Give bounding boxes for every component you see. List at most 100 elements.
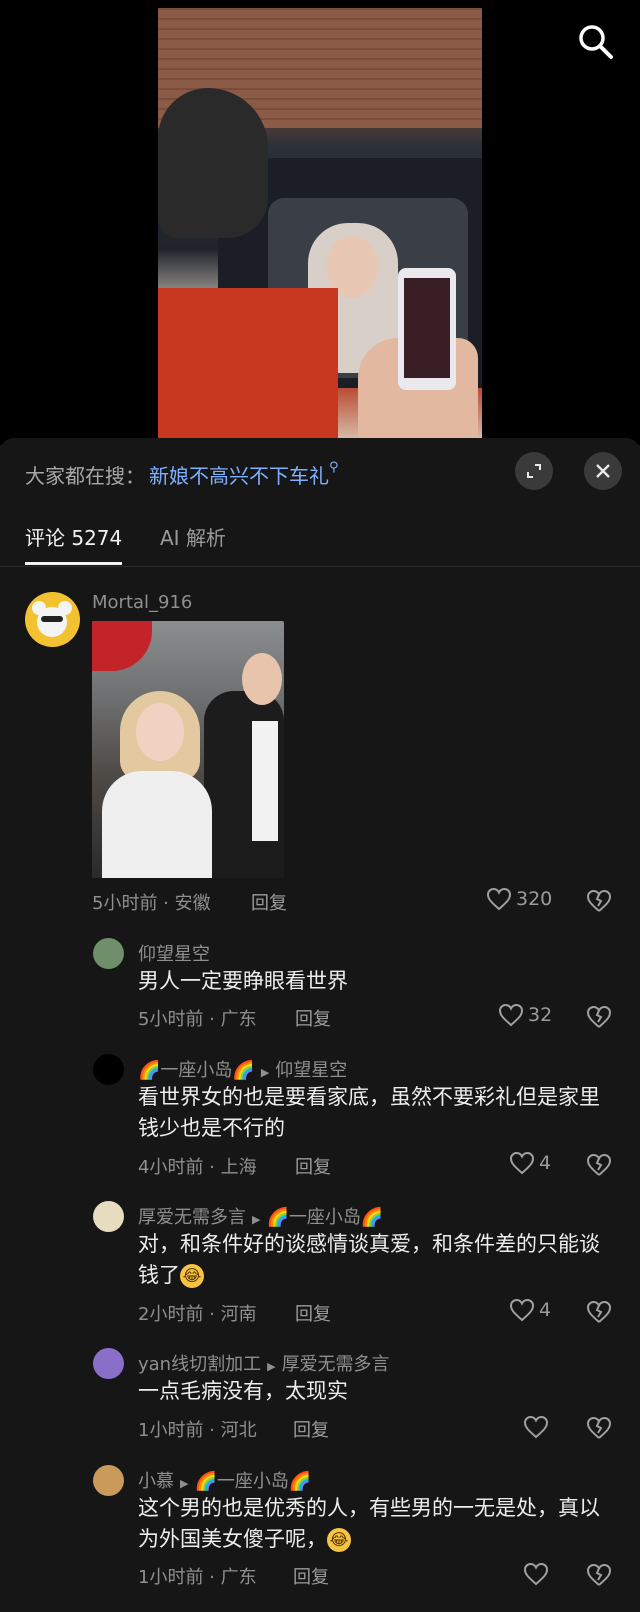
comment-text: 一点毛病没有，太现实	[138, 1379, 348, 1403]
video-phone-screen	[404, 278, 450, 378]
cartoon-mouse-icon	[32, 601, 72, 637]
comment-meta: 2小时前 · 河南	[138, 1304, 257, 1325]
dislike-button[interactable]	[586, 1563, 612, 1591]
avatar[interactable]	[25, 592, 80, 647]
avatar[interactable]	[93, 1201, 124, 1232]
like-button[interactable]: 320	[486, 887, 552, 911]
avatar[interactable]	[93, 938, 124, 969]
tab-ai-analysis[interactable]: AI 解析	[160, 522, 226, 551]
reply-target[interactable]: 厚爱无需多言	[282, 1354, 390, 1375]
video-person	[158, 88, 268, 238]
heart-icon	[486, 887, 512, 911]
comment-meta: 5小时前 · 安徽	[92, 893, 211, 914]
like-count: 4	[539, 1152, 552, 1174]
video-red-cloth	[158, 288, 338, 445]
comment-username: 🌈一座小岛🌈 ▶ 仰望星空	[138, 1056, 347, 1082]
like-button[interactable]: 4	[509, 1151, 551, 1175]
search-icon	[579, 25, 613, 59]
active-tab-indicator	[25, 562, 122, 565]
suggestion-keyword[interactable]: 新娘不高兴不下车礼⚲	[149, 460, 339, 488]
reply-arrow-icon: ▶	[252, 1213, 261, 1226]
photo-umbrella	[92, 621, 152, 671]
comment-meta: 5小时前 · 广东	[138, 1009, 257, 1030]
like-count: 4	[539, 1299, 552, 1321]
reply-button[interactable]: 回复	[251, 889, 287, 915]
comment-username: yan线切割加工 ▶ 厚爱无需多言	[138, 1350, 390, 1376]
broken-heart-icon	[586, 1153, 612, 1176]
broken-heart-icon	[586, 1300, 612, 1323]
broken-heart-icon	[586, 889, 612, 912]
reply-author[interactable]: 小慕	[138, 1471, 174, 1492]
avatar[interactable]	[93, 1348, 124, 1379]
reply-button[interactable]: 回复	[293, 1563, 329, 1589]
comment-username[interactable]: 仰望星空	[138, 940, 210, 966]
photo-groom-shirt	[252, 721, 278, 841]
tab-comments[interactable]: 评论 5274	[25, 522, 122, 551]
divider	[0, 566, 640, 567]
comment-text: 男人一定要睁眼看世界	[138, 969, 348, 993]
broken-heart-icon	[586, 1005, 612, 1028]
laughing-crying-emoji-icon: 😂	[180, 1264, 204, 1288]
dislike-button[interactable]	[586, 1153, 612, 1181]
reply-author[interactable]: yan线切割加工	[138, 1354, 261, 1375]
like-button[interactable]	[523, 1562, 549, 1586]
reply-button[interactable]: 回复	[295, 1153, 331, 1179]
comment-meta: 4小时前 · 上海	[138, 1157, 257, 1178]
reply-button[interactable]: 回复	[293, 1416, 329, 1442]
heart-icon	[509, 1298, 535, 1322]
avatar[interactable]	[93, 1054, 124, 1085]
comment-text-content: 对，和条件好的谈感情谈真爱，和条件差的只能谈钱了	[138, 1232, 600, 1287]
reply-button[interactable]: 回复	[295, 1300, 331, 1326]
heart-icon	[523, 1562, 549, 1586]
expand-button[interactable]	[515, 452, 553, 490]
photo-bride-face	[136, 703, 184, 761]
heart-icon	[523, 1415, 549, 1439]
photo-bride-dress	[102, 771, 212, 878]
dislike-button[interactable]	[586, 1300, 612, 1328]
comment-meta: 1小时前 · 河北	[138, 1420, 257, 1441]
reply-author[interactable]: 🌈一座小岛🌈	[138, 1060, 255, 1081]
comment-text: 这个男的也是优秀的人，有些男的一无是处，真以为外国美女傻子呢， 😂	[138, 1493, 608, 1555]
suggestion-keyword-text: 新娘不高兴不下车礼	[149, 464, 329, 488]
avatar[interactable]	[93, 1465, 124, 1496]
like-button[interactable]: 4	[509, 1298, 551, 1322]
laughing-crying-emoji-icon: 😂	[327, 1528, 351, 1552]
close-icon	[596, 464, 610, 478]
reply-arrow-icon: ▶	[180, 1477, 189, 1490]
comment-username[interactable]: Mortal_916	[92, 592, 192, 613]
dislike-button[interactable]	[586, 1005, 612, 1033]
comment-image[interactable]	[92, 621, 284, 878]
reply-arrow-icon: ▶	[260, 1066, 270, 1079]
reply-author[interactable]: 厚爱无需多言	[138, 1207, 246, 1228]
reply-target[interactable]: 🌈一座小岛🌈	[194, 1471, 311, 1492]
broken-heart-icon	[586, 1416, 612, 1439]
broken-heart-icon	[586, 1563, 612, 1586]
like-count: 320	[516, 888, 553, 910]
reply-button[interactable]: 回复	[295, 1005, 331, 1031]
reply-arrow-icon: ▶	[267, 1360, 276, 1373]
heart-icon	[509, 1151, 535, 1175]
comment-text: 对，和条件好的谈感情谈真爱，和条件差的只能谈钱了 😂	[138, 1229, 608, 1291]
photo-groom-face	[242, 653, 282, 705]
dislike-button[interactable]	[586, 889, 612, 917]
comment-username: 小慕 ▶ 🌈一座小岛🌈	[138, 1467, 311, 1493]
heart-icon	[498, 1003, 524, 1027]
comment-meta: 1小时前 · 广东	[138, 1567, 257, 1588]
like-count: 32	[528, 1004, 553, 1026]
video-player[interactable]	[0, 0, 640, 445]
suggestion-prefix: 大家都在搜：	[25, 464, 145, 488]
video-frame[interactable]	[158, 8, 482, 445]
like-button[interactable]: 32	[498, 1003, 552, 1027]
reply-target[interactable]: 仰望星空	[275, 1060, 347, 1081]
reply-target[interactable]: 🌈一座小岛🌈	[266, 1207, 383, 1228]
dislike-button[interactable]	[586, 1416, 612, 1444]
close-button[interactable]	[584, 452, 622, 490]
comment-text: 看世界女的也是要看家底，虽然不要彩礼但是家里钱少也是不行的	[138, 1085, 600, 1140]
search-small-icon: ⚲	[329, 460, 339, 475]
search-suggestion: 大家都在搜： 新娘不高兴不下车礼⚲	[25, 460, 339, 489]
comment-username: 厚爱无需多言 ▶ 🌈一座小岛🌈	[138, 1203, 383, 1229]
search-button[interactable]	[576, 22, 616, 62]
comment-text-content: 这个男的也是优秀的人，有些男的一无是处，真以为外国美女傻子呢，	[138, 1496, 600, 1551]
expand-icon	[527, 464, 541, 478]
like-button[interactable]	[523, 1415, 549, 1439]
